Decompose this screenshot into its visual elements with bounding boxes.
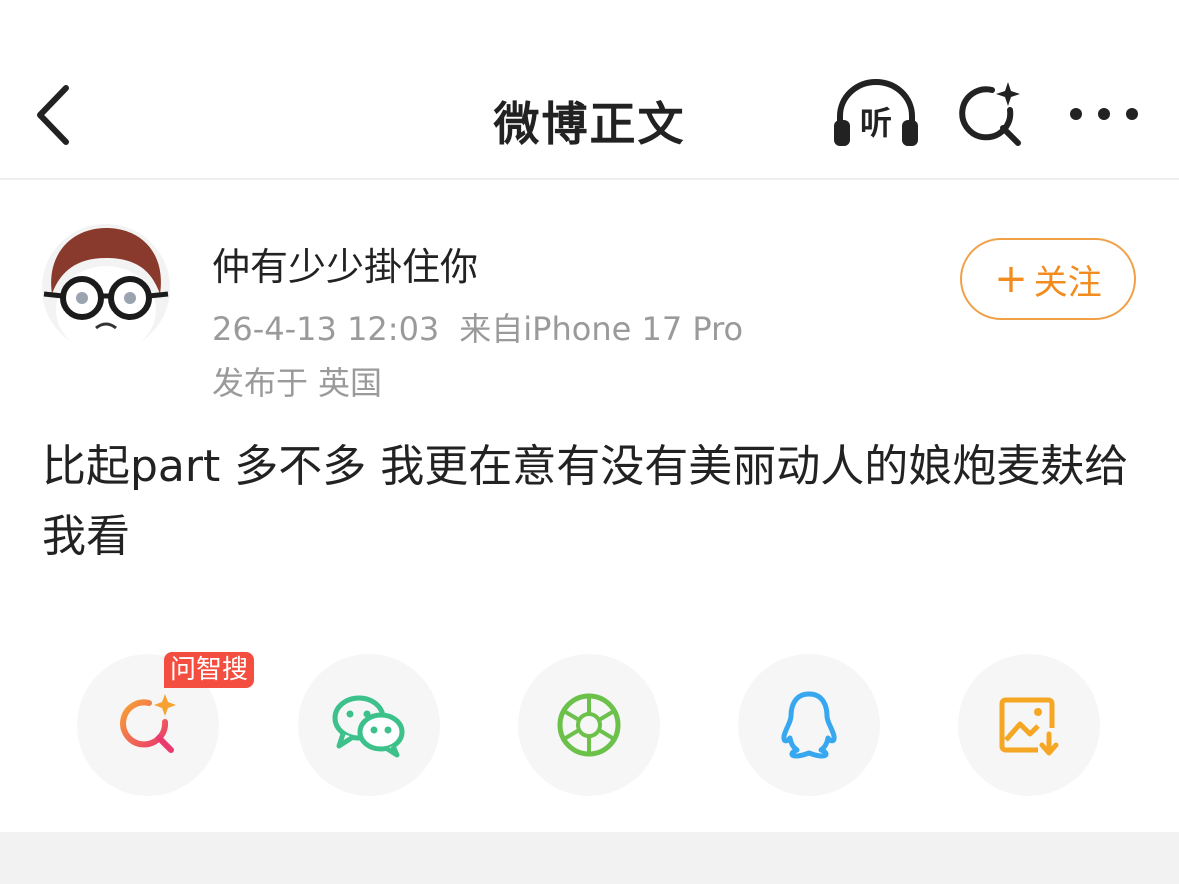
post-meta: 26-4-13 12:03 来自iPhone 17 Pro [212, 304, 763, 350]
follow-button[interactable]: + 关注 [960, 238, 1136, 320]
post-location: 发布于 英国 [212, 358, 392, 404]
wechat-icon [332, 695, 405, 758]
save-image-button[interactable] [958, 654, 1100, 796]
share-moments-button[interactable] [518, 654, 660, 796]
post-date: 26-4-13 12:03 [212, 310, 440, 348]
section-divider [0, 832, 1179, 884]
image-download-icon [999, 697, 1059, 756]
author-name[interactable]: 仲有少少掛住你 [212, 236, 478, 291]
plus-icon: + [994, 256, 1028, 302]
moments-aperture-icon [557, 693, 621, 757]
qq-penguin-icon [781, 691, 837, 759]
listen-label: 听 [859, 104, 892, 142]
more-dots-icon [1070, 108, 1138, 120]
sparkle-search-icon [120, 694, 176, 753]
wenzhisou-badge: 问智搜 [164, 652, 255, 688]
location-value: 英国 [318, 364, 383, 402]
more-button[interactable] [1064, 96, 1144, 132]
share-wechat-button[interactable] [298, 654, 440, 796]
post-text: 比起part 多不多 我更在意有没有美丽动人的娘炮麦麸给我看 [42, 441, 1129, 562]
location-prefix: 发布于 [212, 364, 309, 402]
sparkle-search-icon [959, 82, 1021, 146]
avatar-image [42, 224, 170, 352]
listen-button[interactable]: 听 [830, 76, 922, 150]
avatar[interactable] [42, 224, 170, 352]
post-source: 来自iPhone 17 Pro [459, 310, 744, 348]
share-qq-button[interactable] [738, 654, 880, 796]
top-nav-bar: 微博正文 听 [0, 0, 1179, 180]
search-button[interactable] [952, 76, 1032, 156]
follow-label: 关注 [1033, 262, 1102, 303]
